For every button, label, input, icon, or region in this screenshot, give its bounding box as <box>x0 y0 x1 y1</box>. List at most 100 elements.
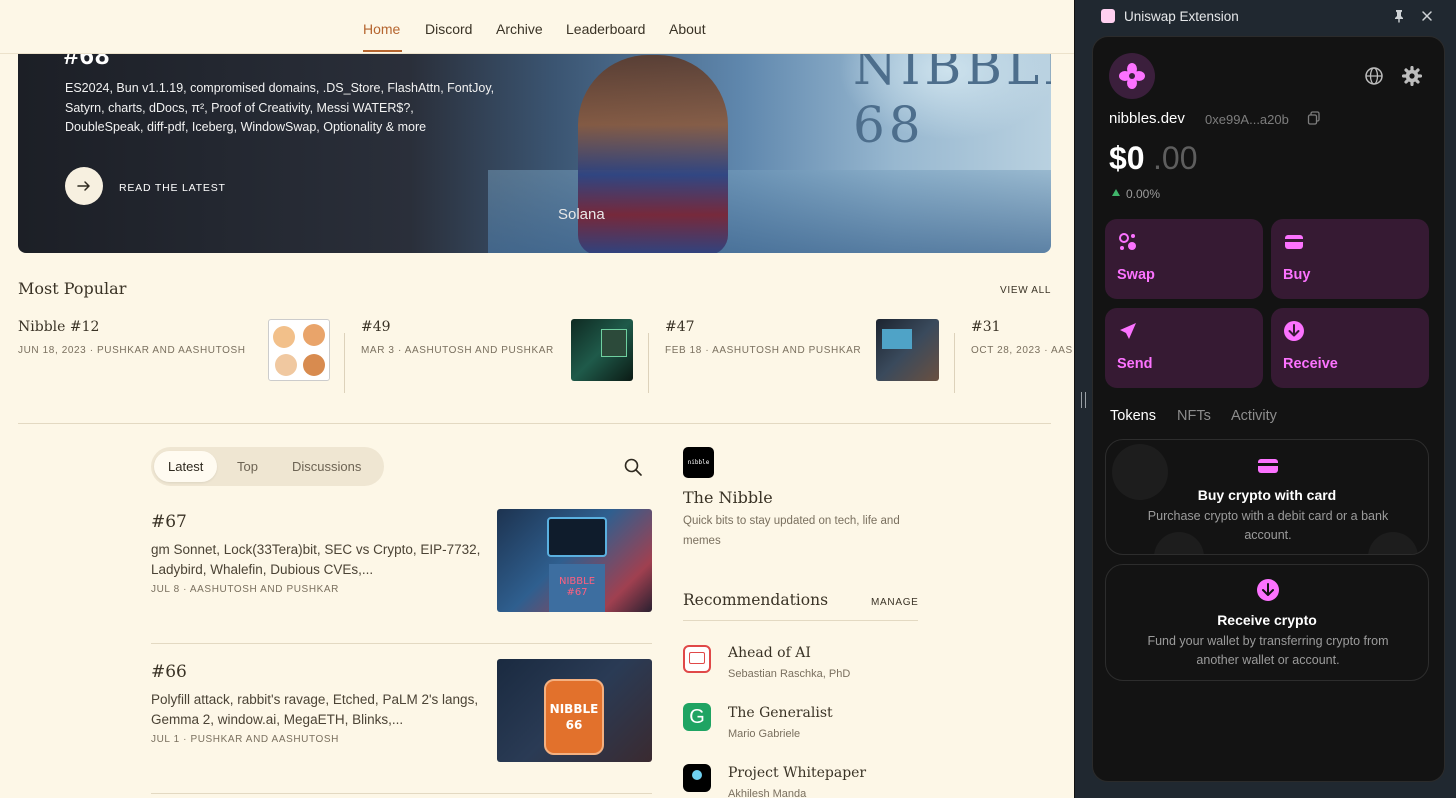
recommendation-name[interactable]: The Generalist <box>728 705 833 721</box>
buy-button[interactable]: Buy <box>1271 219 1429 299</box>
post-item[interactable]: #66 Polyfill attack, rabbit's ravage, Et… <box>151 662 491 745</box>
balance-decimal: .00 <box>1153 140 1198 176</box>
recommendation-logo[interactable]: G <box>683 703 711 731</box>
wallet-avatar[interactable] <box>1109 53 1155 99</box>
tab-top[interactable]: Top <box>223 451 272 482</box>
popular-item[interactable]: #47 FEB 18 · AASHUTOSH AND PUSHKAR <box>665 319 861 356</box>
post-divider <box>151 793 652 794</box>
popular-item[interactable]: #31 OCT 28, 2023 · AAS <box>971 319 1074 356</box>
pin-button[interactable] <box>1392 9 1406 23</box>
popular-item[interactable]: Nibble #12 JUN 18, 2023 · PUSHKAR AND AA… <box>18 319 246 356</box>
gear-icon <box>1401 65 1423 87</box>
buy-crypto-title: Buy crypto with card <box>1197 487 1337 503</box>
nav-about[interactable]: About <box>669 21 706 37</box>
tab-nfts[interactable]: NFTs <box>1177 408 1211 424</box>
popular-item-thumbnail[interactable] <box>268 319 330 381</box>
comic-face <box>275 354 297 376</box>
recommendations-divider <box>683 620 918 621</box>
publication-tagline: Quick bits to stay updated on tech, life… <box>683 515 900 547</box>
wallet-panel: nibbles.dev 0xe99A...a20b $0 .00 0.00% S… <box>1092 36 1445 782</box>
post-title[interactable]: #67 <box>151 512 491 532</box>
manage-link[interactable]: MANAGE <box>871 597 919 608</box>
recommendation-author: Sebastian Raschka, PhD <box>728 668 851 680</box>
post-meta: JUL 1 · PUSHKAR AND AASHUTOSH <box>151 734 340 745</box>
swap-icon <box>1119 233 1136 250</box>
tab-discussions[interactable]: Discussions <box>278 451 375 482</box>
logo-dot-icon <box>692 770 702 780</box>
hero-iceberg-sign: NIBBLE 68 <box>853 38 1051 154</box>
hero-banner[interactable]: NIBBLE 68 Solana #68 ES2024, Bun v1.1.19… <box>18 20 1051 253</box>
globe-icon <box>1365 67 1383 85</box>
receive-crypto-description: Fund your wallet by transferring crypto … <box>1147 634 1389 667</box>
post-thumbnail[interactable]: NIBBLE #67 <box>497 509 652 612</box>
popular-item-thumbnail[interactable] <box>571 319 633 381</box>
popular-item-title[interactable]: #47 <box>665 319 861 335</box>
send-button[interactable]: Send <box>1105 308 1263 388</box>
nav-archive[interactable]: Archive <box>496 21 543 37</box>
language-button[interactable] <box>1364 66 1384 86</box>
uniswap-extension-panel: Uniswap Extension nibbles.dev 0xe99A...a… <box>1074 0 1456 798</box>
popular-item-thumbnail[interactable] <box>876 319 939 381</box>
publication-name[interactable]: The Nibble <box>683 488 773 507</box>
popular-item-meta: FEB 18 · AASHUTOSH AND PUSHKAR <box>665 345 862 356</box>
tab-latest[interactable]: Latest <box>154 451 218 482</box>
read-latest-button[interactable] <box>65 167 103 205</box>
read-latest-label[interactable]: READ THE LATEST <box>119 182 226 194</box>
feed-tabs: Latest Top Discussions <box>151 447 384 486</box>
copy-address-button[interactable] <box>1307 111 1321 125</box>
recommendation-name[interactable]: Project Whitepaper <box>728 765 866 781</box>
recommendation-logo[interactable] <box>683 764 711 792</box>
post-thumbnail[interactable]: NIBBLE 66 <box>497 659 652 762</box>
search-icon <box>624 458 642 476</box>
receive-icon <box>1284 321 1304 341</box>
substack-page: NIBBLE 68 Solana #68 ES2024, Bun v1.1.19… <box>0 0 1074 798</box>
close-button[interactable] <box>1420 9 1434 23</box>
balance-change: 0.00% <box>1126 187 1161 201</box>
nav-leaderboard[interactable]: Leaderboard <box>566 21 645 37</box>
nav-home[interactable]: Home <box>363 21 400 37</box>
arrow-right-icon <box>77 181 90 191</box>
wallet-address[interactable]: 0xe99A...a20b <box>1205 112 1289 127</box>
popular-item-meta: OCT 28, 2023 · AAS <box>971 345 1073 356</box>
tab-activity[interactable]: Activity <box>1231 408 1277 424</box>
extension-title: Uniswap Extension <box>1124 9 1239 24</box>
tab-tokens[interactable]: Tokens <box>1110 408 1156 424</box>
receive-icon <box>1257 579 1279 601</box>
popular-item-title[interactable]: Nibble #12 <box>18 319 246 335</box>
popular-item[interactable]: #49 MAR 3 · AASHUTOSH AND PUSHKAR <box>361 319 554 356</box>
post-item[interactable]: #67 gm Sonnet, Lock(33Tera)bit, SEC vs C… <box>151 512 491 595</box>
section-divider <box>18 423 1051 424</box>
post-title[interactable]: #66 <box>151 662 491 682</box>
receive-label: Receive <box>1283 356 1338 372</box>
buy-crypto-card[interactable]: Buy crypto with card Purchase crypto wit… <box>1105 439 1429 555</box>
post-summary: Polyfill attack, rabbit's ravage, Etched… <box>151 692 479 727</box>
nav-active-indicator <box>363 50 402 52</box>
close-icon <box>1422 11 1432 21</box>
popular-item-title[interactable]: #31 <box>971 319 1074 335</box>
publication-logo[interactable]: nibble <box>683 447 714 478</box>
flower-icon <box>1119 63 1145 89</box>
up-arrow-icon <box>1112 189 1120 196</box>
top-nav: Home Discord Archive Leaderboard About <box>0 0 1074 54</box>
resize-handle[interactable] <box>1081 392 1086 408</box>
search-button[interactable] <box>623 457 643 477</box>
buy-crypto-description: Purchase crypto with a debit card or a b… <box>1147 509 1389 542</box>
card-icon <box>1285 235 1303 249</box>
divider <box>344 333 345 393</box>
thumb-monitor <box>882 329 912 349</box>
thumb-monitor <box>547 517 607 557</box>
hero-description: ES2024, Bun v1.1.19, compromised domains… <box>65 81 495 134</box>
view-all-link[interactable]: VIEW ALL <box>1000 285 1051 296</box>
swap-button[interactable]: Swap <box>1105 219 1263 299</box>
nav-discord[interactable]: Discord <box>425 21 472 37</box>
comic-face <box>273 326 295 348</box>
receive-crypto-card[interactable]: Receive crypto Fund your wallet by trans… <box>1105 564 1429 681</box>
receive-button[interactable]: Receive <box>1271 308 1429 388</box>
card-icon <box>1258 459 1278 473</box>
recommendation-name[interactable]: Ahead of AI <box>728 645 811 661</box>
post-summary: gm Sonnet, Lock(33Tera)bit, SEC vs Crypt… <box>151 542 481 577</box>
popular-item-title[interactable]: #49 <box>361 319 554 335</box>
thumb-screen <box>601 329 627 357</box>
settings-button[interactable] <box>1401 65 1423 87</box>
recommendation-logo[interactable] <box>683 645 711 673</box>
